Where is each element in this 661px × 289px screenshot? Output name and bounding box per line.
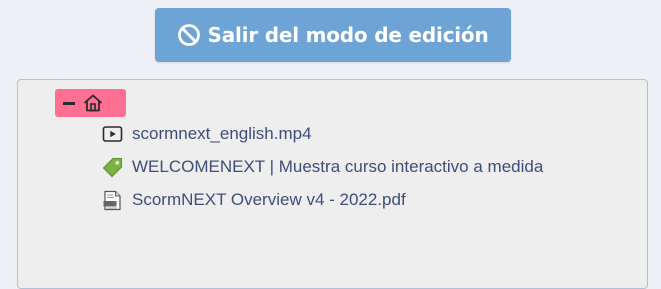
tree-item-pdf[interactable]: ScormNEXT Overview v4 - 2022.pdf [102,188,406,212]
video-file-icon [102,124,123,145]
ban-icon [177,23,201,47]
home-icon [83,93,103,113]
tag-icon [102,157,123,178]
tree-root-node[interactable] [55,89,126,117]
tree-item-label: ScormNEXT Overview v4 - 2022.pdf [132,190,406,209]
tree-item-video[interactable]: scormnext_english.mp4 [102,122,312,146]
tree-item-course[interactable]: WELCOMENEXT | Muestra curso interactivo … [102,155,543,179]
collapse-icon[interactable] [63,101,75,105]
exit-edit-mode-button[interactable]: Salir del modo de edición [155,8,511,62]
tree-item-label: WELCOMENEXT | Muestra curso interactivo … [132,157,544,176]
content-tree-panel: scormnext_english.mp4 WELCOMENEXT | Mues… [17,79,648,289]
exit-edit-mode-label: Salir del modo de edición [207,23,489,47]
tree-item-label: scormnext_english.mp4 [132,124,312,143]
pdf-file-icon [102,190,123,211]
